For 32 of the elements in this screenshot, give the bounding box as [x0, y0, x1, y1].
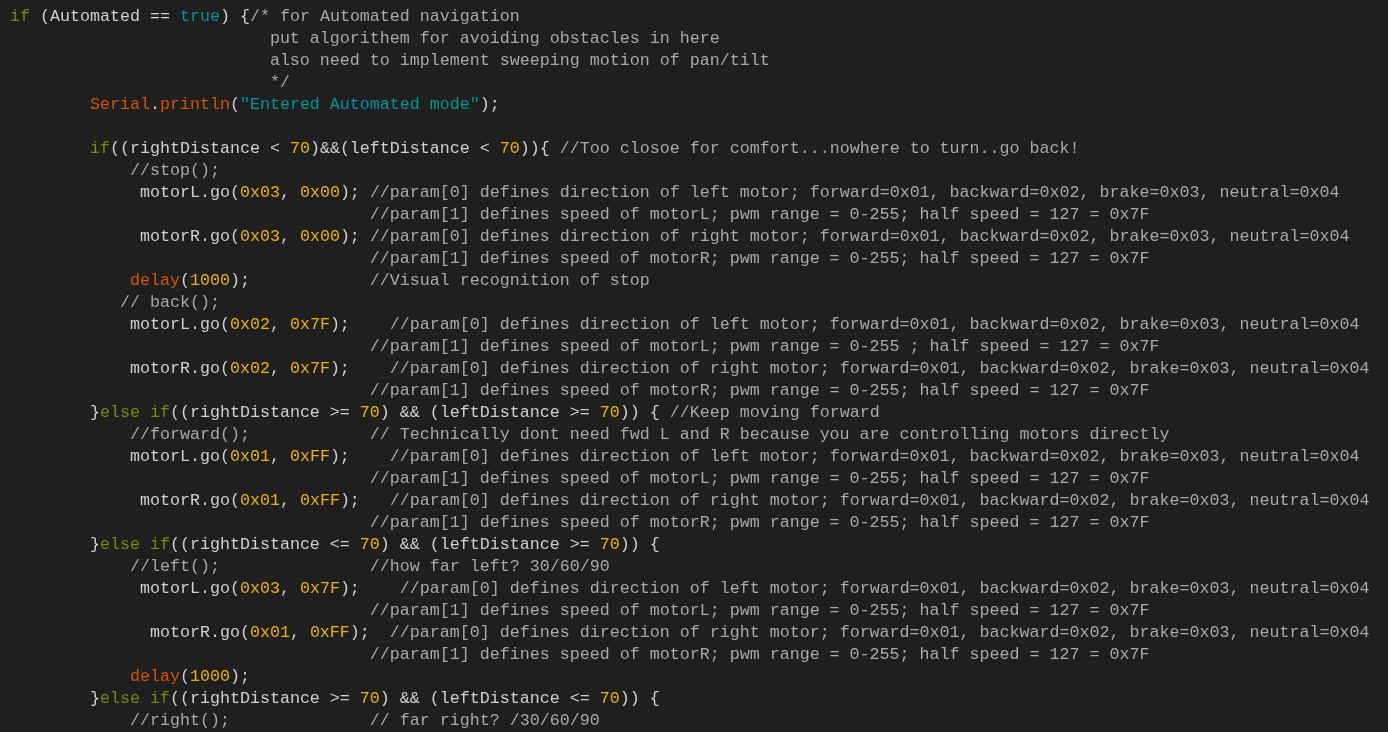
code-line: */ [268, 72, 290, 94]
code-line: motorR.go(0x01, 0xFF); //param[0] defines direction of right motor; forward=0x01, backward=0x02, brake=0x03, neutral=0x04 [138, 490, 1370, 512]
code-line: //right(); // far right? /30/60/90 [128, 710, 600, 732]
code-line: //forward(); // Technically dont need fwd L and R because you are controlling motors directly [128, 424, 1170, 446]
code-line: //stop(); [128, 160, 220, 182]
code-line: delay(1000); //Visual recognition of stop [128, 270, 650, 292]
code-line: motorL.go(0x02, 0x7F); //param[0] defines direction of left motor; forward=0x01, backward=0x02, brake=0x03, neutral=0x04 [128, 314, 1360, 336]
code-line: also need to implement sweeping motion of pan/tilt [268, 50, 770, 72]
code-line: //param[1] defines speed of motorL; pwm range = 0-255; half speed = 127 = 0x7F [368, 468, 1150, 490]
code-line: // back(); [118, 292, 220, 314]
code-line: //param[1] defines speed of motorR; pwm range = 0-255; half speed = 127 = 0x7F [368, 380, 1150, 402]
code-line: Serial.println("Entered Automated mode"); [88, 94, 500, 116]
code-line: motorR.go(0x01, 0xFF); //param[0] defines direction of right motor; forward=0x01, backward=0x02, brake=0x03, neutral=0x04 [148, 622, 1370, 644]
code-line: //param[1] defines speed of motorL; pwm range = 0-255; half speed = 127 = 0x7F [368, 600, 1150, 622]
code-line: delay(1000); [128, 666, 250, 688]
code-line: motorL.go(0x03, 0x7F); //param[0] defines direction of left motor; forward=0x01, backward=0x02, brake=0x03, neutral=0x04 [138, 578, 1370, 600]
code-line: //param[1] defines speed of motorL; pwm range = 0-255 ; half speed = 127 = 0x7F [368, 336, 1160, 358]
code-line: //param[1] defines speed of motorR; pwm range = 0-255; half speed = 127 = 0x7F [368, 644, 1150, 666]
code-line: //param[1] defines speed of motorR; pwm range = 0-255; half speed = 127 = 0x7F [368, 248, 1150, 270]
code-line: motorL.go(0x01, 0xFF); //param[0] defines direction of left motor; forward=0x01, backward=0x02, brake=0x03, neutral=0x04 [128, 446, 1360, 468]
code-line: motorR.go(0x03, 0x00); //param[0] defines direction of right motor; forward=0x01, backward=0x02, brake=0x03, neutral=0x04 [138, 226, 1350, 248]
code-line: motorR.go(0x02, 0x7F); //param[0] defines direction of right motor; forward=0x01, backward=0x02, brake=0x03, neutral=0x04 [128, 358, 1370, 380]
code-line: if (Automated == true) {/* for Automated navigation [10, 6, 520, 28]
code-line: if((rightDistance < 70)&&(leftDistance < 70)){ //Too closoe for comfort...nowhere to turn..go back! [88, 138, 1080, 160]
code-line: }else if((rightDistance >= 70) && (leftDistance <= 70)) { [88, 688, 660, 710]
code-line: //left(); //how far left? 30/60/90 [128, 556, 610, 578]
code-line: //param[1] defines speed of motorR; pwm range = 0-255; half speed = 127 = 0x7F [368, 512, 1150, 534]
code-line: motorL.go(0x03, 0x00); //param[0] defines direction of left motor; forward=0x01, backward=0x02, brake=0x03, neutral=0x04 [138, 182, 1340, 204]
code-line: }else if((rightDistance >= 70) && (leftDistance >= 70)) { //Keep moving forward [88, 402, 880, 424]
code-line: //param[1] defines speed of motorL; pwm range = 0-255; half speed = 127 = 0x7F [368, 204, 1150, 226]
code-line: }else if((rightDistance <= 70) && (leftDistance >= 70)) { [88, 534, 660, 556]
code-line: put algorithem for avoiding obstacles in here [268, 28, 720, 50]
